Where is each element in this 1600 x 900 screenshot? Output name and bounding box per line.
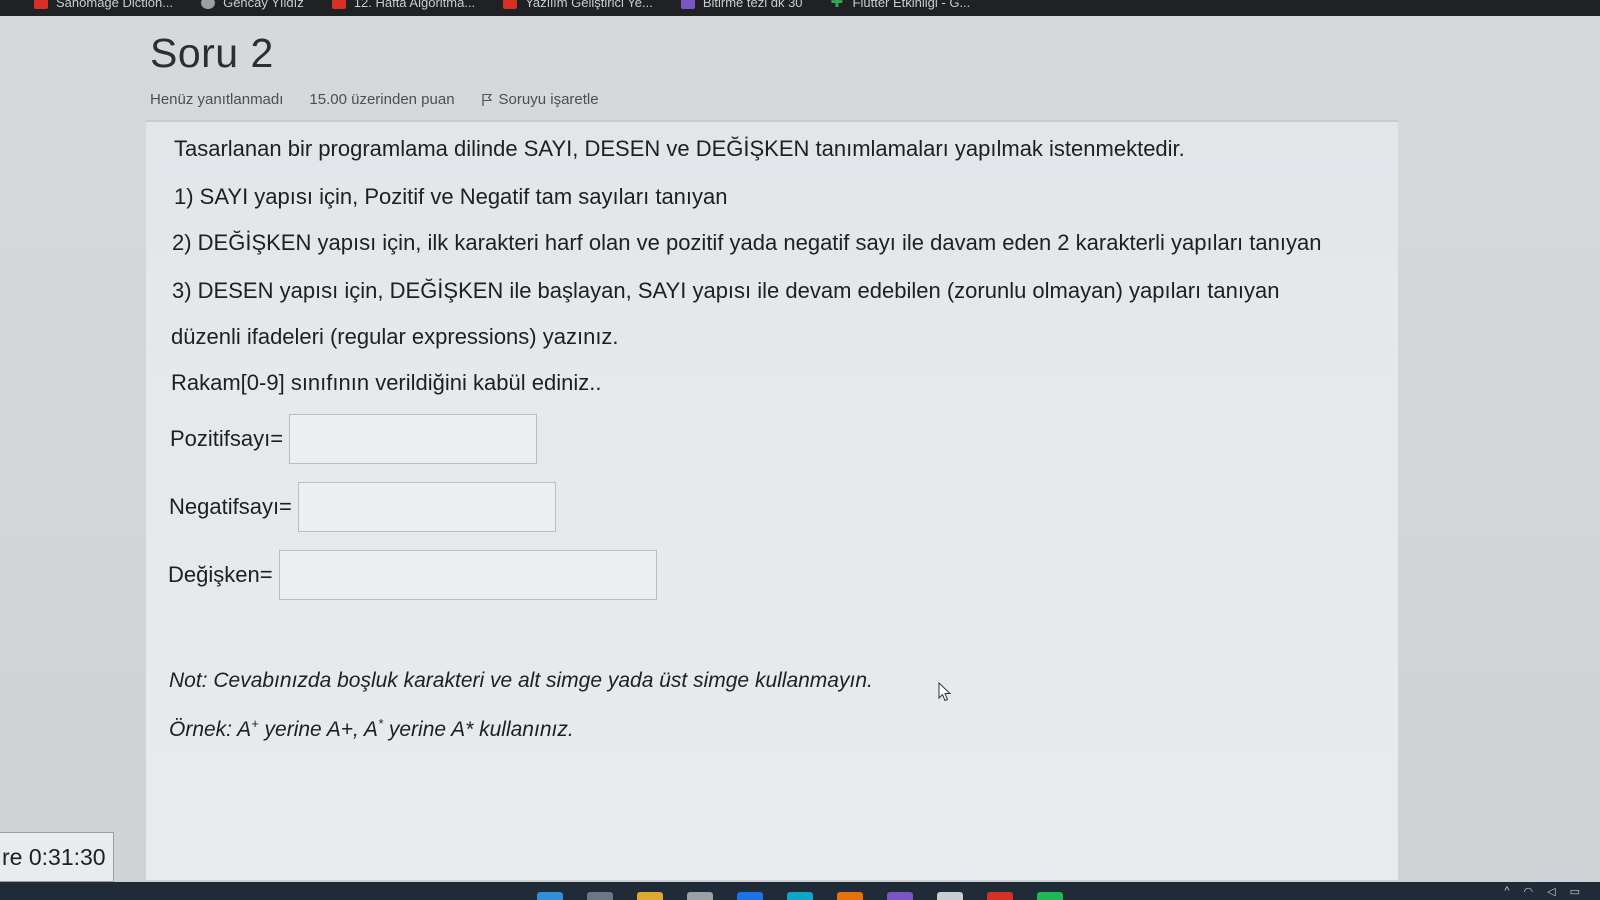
question-info: Henüz yanıtlanmadı 15.00 üzerinden puan … [150,91,599,108]
positive-number-label: Pozitifsayı= [170,426,284,451]
browser-icon[interactable] [787,892,813,900]
example-prefix: Örnek: A [169,718,252,741]
edge-icon[interactable] [737,892,763,900]
bookmark-item[interactable]: Yazılım Geliştirici Ye... [489,0,667,9]
bookmark-item[interactable]: 12. Hafta Algoritma... [318,0,489,9]
volume-icon[interactable]: ◁ [1547,885,1555,898]
battery-icon[interactable]: ▭ [1570,885,1580,898]
youtube-icon [331,0,346,9]
question-text-line: Tasarlanan bir programlama dilinde SAYI,… [174,136,1185,161]
example-suffix: yerine A* kullanınız. [383,718,574,741]
bookmark-item[interactable]: ✚ Flutter Etkinliği - G... [817,0,985,11]
positive-number-input[interactable] [289,414,538,464]
variable-row: Değişken= [168,550,657,600]
question-text-line: Rakam[0-9] sınıfının verildiğini kabül e… [171,370,602,395]
negative-number-row: Negatifsayı= [169,482,556,532]
negative-number-label: Negatifsayı= [169,494,292,519]
flag-icon [481,93,492,106]
example-superscript: + [251,716,259,731]
windows-start-icon[interactable] [537,892,563,900]
system-tray: ^ ◠ ◁ ▭ [1504,885,1580,898]
app-icon[interactable] [937,892,963,900]
variable-label: Değişken= [168,562,273,587]
example-middle: yerine A+, A [258,718,378,741]
question-text-line: düzenli ifadeleri (regular expressions) … [171,324,619,349]
bookmark-label: Bitirme tezi dk 30 [702,0,803,10]
question-text-line: 1) SAYI yapısı için, Pozitif ve Negatif … [174,184,728,209]
negative-number-input[interactable] [297,482,556,532]
taskbar: ^ ◠ ◁ ▭ [0,882,1600,900]
answer-example: Örnek: A+ yerine A+, A* yerine A* kullan… [169,716,574,742]
answer-note: Not: Cevabınızda boşluk karakteri ve alt… [169,669,873,692]
positive-number-row: Pozitifsayı= [170,414,538,464]
mouse-cursor-icon [938,682,952,702]
timer-text: re 0:31:30 [2,843,106,870]
question-content: Tasarlanan bir programlama dilinde SAYI,… [146,120,1398,880]
app-icon[interactable] [987,892,1013,900]
bookmark-label: Yazılım Geliştirici Ye... [525,0,653,10]
youtube-icon [503,0,518,9]
bookmark-item[interactable]: Gencay Yıldız [187,0,318,9]
office-icon[interactable] [837,892,863,900]
question-text-line: 2) DEĞİŞKEN yapısı için, ilk karakteri h… [172,230,1322,255]
bookmarks-bar: Sanomage Diction... Gencay Yıldız 12. Ha… [0,0,1600,16]
bookmark-label: Sanomage Diction... [56,0,174,10]
bookmark-label: Gencay Yıldız [223,0,304,10]
bookmark-item[interactable]: Sanomage Diction... [20,0,187,9]
answer-status: Henüz yanıtlanmadı [150,91,284,108]
spotify-icon[interactable] [1037,892,1063,900]
quiz-timer: re 0:31:30 [0,832,114,882]
bookmark-favicon-icon [201,0,216,9]
variable-input[interactable] [278,550,657,600]
bookmark-label: Flutter Etkinliği - G... [852,0,971,10]
plus-icon: ✚ [830,0,844,11]
chrome-icon[interactable] [687,892,713,900]
wifi-icon[interactable]: ◠ [1524,885,1534,898]
chevron-up-icon[interactable]: ^ [1504,885,1509,898]
bookmark-favicon-icon [680,0,695,9]
bookmark-favicon-icon [34,0,48,9]
question-title: Soru 2 [150,30,274,76]
question-points: 15.00 üzerinden puan [309,91,455,108]
flag-question-label: Soruyu işaretle [498,91,599,108]
visual-studio-icon[interactable] [887,892,913,900]
bookmark-label: 12. Hafta Algoritma... [353,0,476,10]
bookmark-item[interactable]: Bitirme tezi dk 30 [667,0,817,9]
file-explorer-icon[interactable] [637,892,663,900]
flag-question-button[interactable]: Soruyu işaretle [481,91,599,108]
question-text-line: 3) DESEN yapısı için, DEĞİŞKEN ile başla… [172,278,1280,303]
task-view-icon[interactable] [587,892,613,900]
